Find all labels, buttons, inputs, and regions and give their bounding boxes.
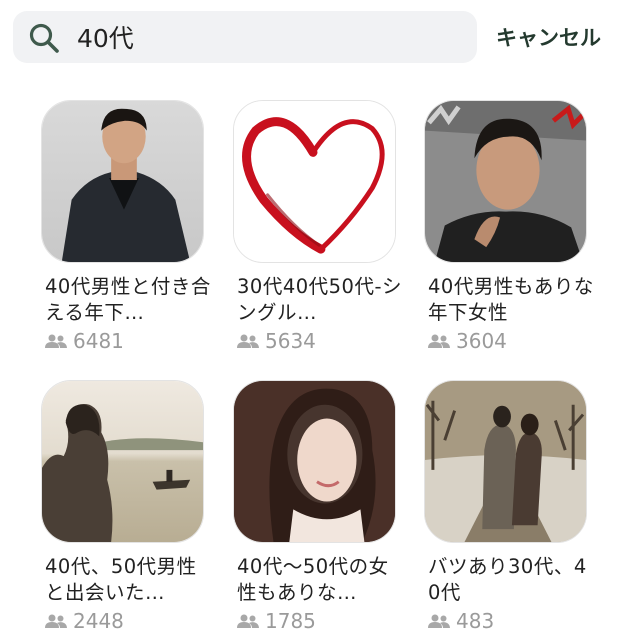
member-count: 6481	[45, 329, 124, 353]
member-count: 483	[428, 609, 494, 633]
member-count-value: 5634	[265, 329, 316, 353]
card-title: 40代、50代男性と出会いた…	[45, 555, 197, 604]
card-title: 30代40代50代-シングル…	[237, 275, 402, 324]
result-card[interactable]: 40代、50代男性と出会いた… 2448	[41, 380, 211, 640]
card-title: 40代〜50代の女性もありな…	[237, 555, 389, 604]
result-card[interactable]: 30代40代50代-シングル… 5634	[233, 100, 403, 360]
people-icon	[45, 334, 67, 348]
card-title: 40代男性と付き合える年下…	[45, 275, 211, 324]
people-icon	[428, 334, 450, 348]
people-icon	[428, 614, 450, 628]
people-icon	[45, 614, 67, 628]
man-in-suit-photo	[41, 100, 204, 263]
member-count-value: 2448	[73, 609, 124, 633]
cancel-button[interactable]: キャンセル	[496, 22, 601, 52]
woman-portrait-photo	[233, 380, 396, 543]
member-count-value: 483	[456, 609, 495, 633]
member-count: 2448	[45, 609, 124, 633]
couple-walking-photo	[424, 380, 587, 543]
people-icon	[237, 614, 259, 628]
member-count-value: 6481	[73, 329, 124, 353]
man-portrait-photo	[424, 100, 587, 263]
member-count: 3604	[428, 329, 507, 353]
result-card[interactable]: 40代男性と付き合える年下… 6481	[41, 100, 211, 360]
woman-by-lake-photo	[41, 380, 204, 543]
red-heart-illustration	[233, 100, 396, 263]
member-count: 5634	[237, 329, 316, 353]
result-card[interactable]: バツあり30代、40代 483	[424, 380, 594, 640]
member-count-value: 1785	[265, 609, 316, 633]
member-count-value: 3604	[456, 329, 507, 353]
result-card[interactable]: 40代〜50代の女性もありな… 1785	[233, 380, 403, 640]
search-input[interactable]	[77, 21, 457, 53]
search-bar[interactable]	[13, 11, 477, 63]
member-count: 1785	[237, 609, 316, 633]
card-title: バツあり30代、40代	[428, 555, 587, 604]
result-card[interactable]: 40代男性もありな年下女性 3604	[424, 100, 594, 360]
search-icon	[29, 23, 59, 53]
card-title: 40代男性もありな年下女性	[428, 275, 594, 324]
people-icon	[237, 334, 259, 348]
